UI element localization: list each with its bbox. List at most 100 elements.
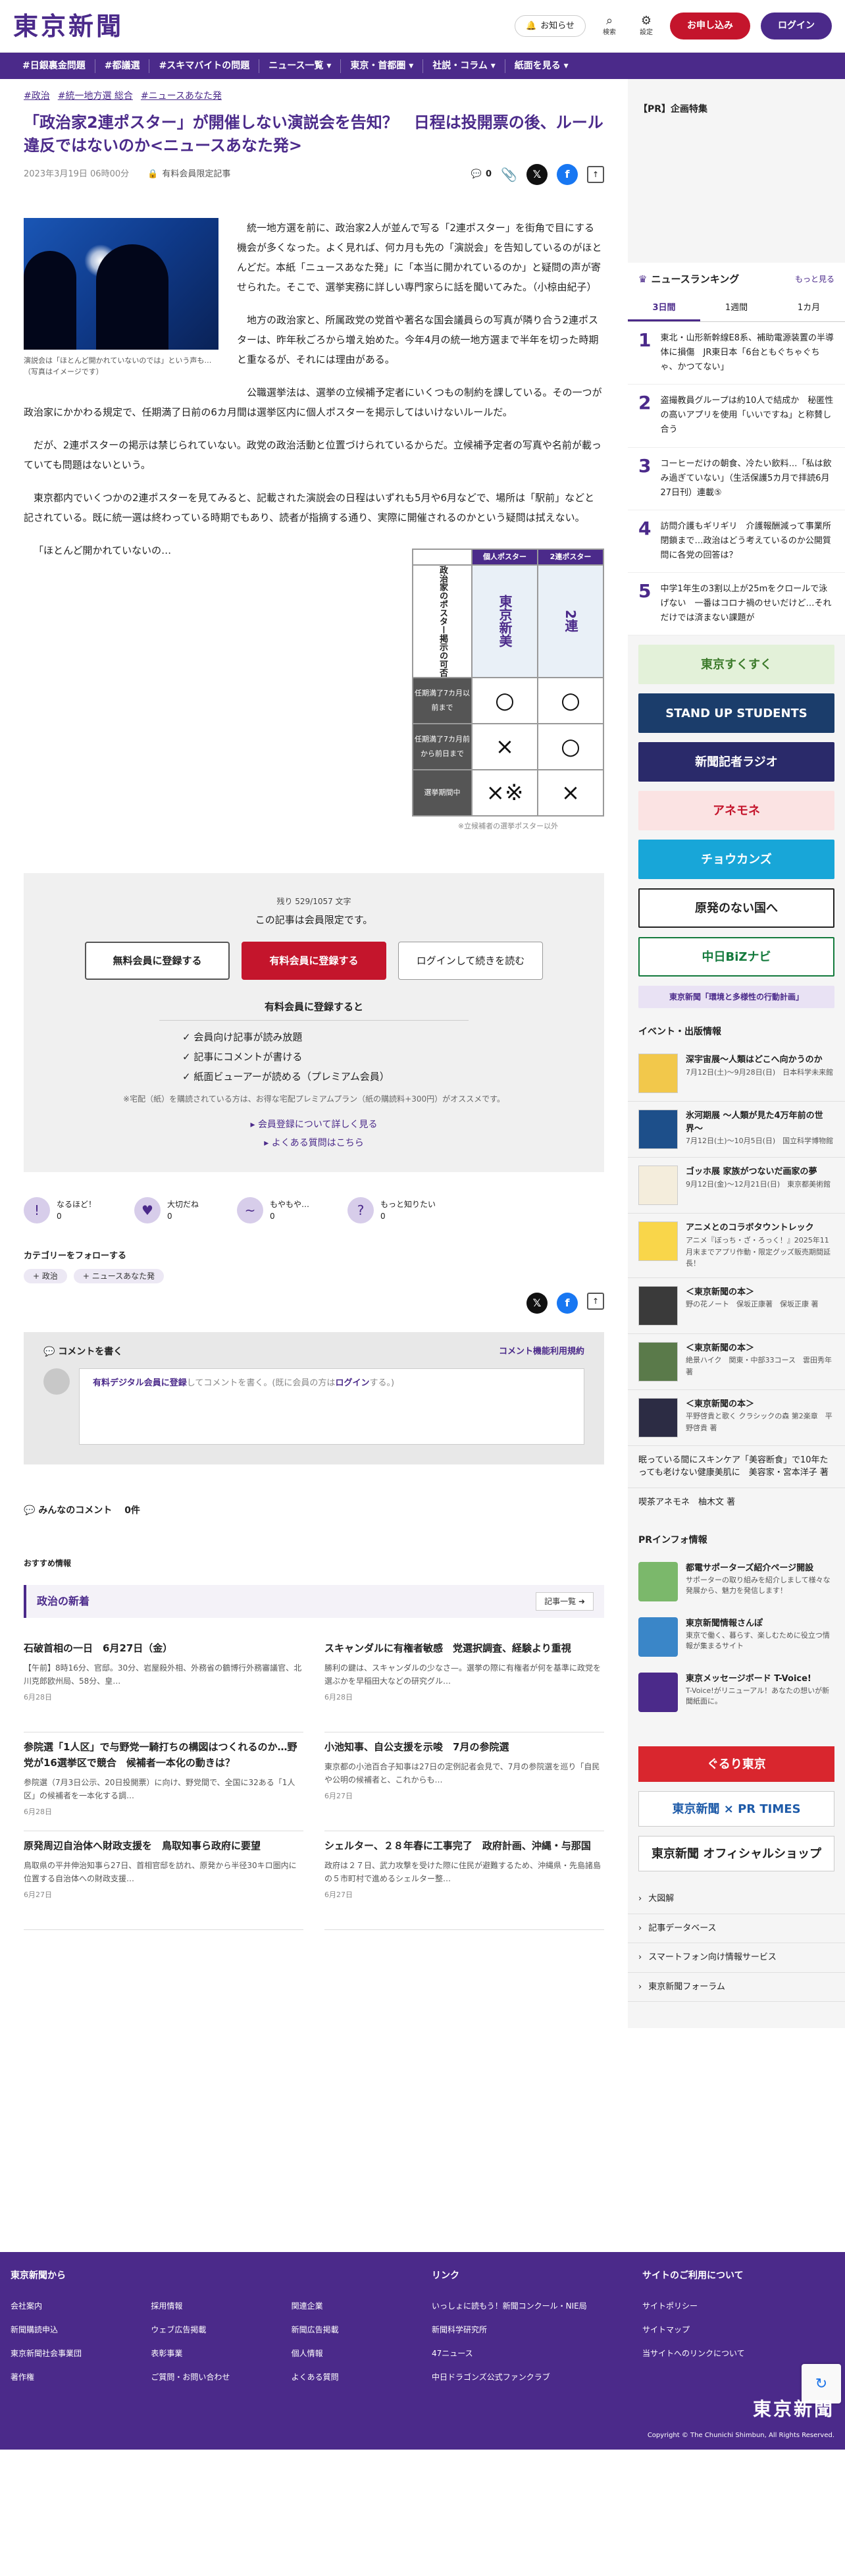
banner-sukusuku[interactable]: 東京すくすく bbox=[638, 645, 834, 685]
sidebar-link[interactable]: › スマートフォン向け情報サービス bbox=[628, 1943, 845, 1973]
footer-link[interactable]: 会社案内 bbox=[11, 2300, 151, 2312]
footer-link[interactable]: 新聞購読申込 bbox=[11, 2324, 151, 2336]
book-link[interactable]: 喫茶アネモネ 柚木文 著 bbox=[628, 1488, 845, 1517]
ranking-item[interactable]: 4 訪問介護もギリギリ 介護報酬減って事業所閉鎖まで…政治はどう考えているのか公開… bbox=[628, 510, 845, 574]
tab-1month[interactable]: 1カ月 bbox=[773, 296, 845, 322]
x-share-icon[interactable]: 𝕏 bbox=[526, 1293, 548, 1314]
nav-item[interactable]: 紙面を見る ▾ bbox=[505, 59, 578, 73]
share-icon[interactable]: ↑ bbox=[587, 1293, 604, 1310]
search-button[interactable]: ⌕ 検索 bbox=[596, 14, 623, 38]
nav-item[interactable]: ニュース一覧 ▾ bbox=[259, 59, 342, 73]
nav-item[interactable]: 社説・コラム ▾ bbox=[423, 59, 505, 73]
banner-genpatsu[interactable]: 原発のない国へ bbox=[638, 888, 834, 928]
notice-button[interactable]: 🔔 お知らせ bbox=[515, 14, 586, 38]
banner-bizNavi[interactable]: 中日BiZナビ bbox=[638, 937, 834, 977]
latest-more-button[interactable]: 記事一覧 ➜ bbox=[536, 1592, 594, 1611]
footer-link[interactable]: ウェブ広告掲載 bbox=[151, 2324, 291, 2336]
pr-info-item[interactable]: 東京メッセージボード T-Voice! T-Voice!がリニューアル！あなたの想… bbox=[628, 1665, 845, 1720]
footer-link[interactable]: 採用情報 bbox=[151, 2300, 291, 2312]
footer-link[interactable]: 中日ドラゴンズ公式ファンクラブ bbox=[432, 2371, 642, 2383]
ranking-item[interactable]: 2 盗撮教員グループは約10人で結成か 秘匿性の高いアプリを使用「いいですね」と称… bbox=[628, 385, 845, 448]
follow-tag-button[interactable]: + ニュースあなた発 bbox=[73, 1269, 165, 1284]
login-continue-button[interactable]: ログインして続きを読む bbox=[398, 942, 543, 980]
ranking-item[interactable]: 3 コーヒーだけの朝食、冷たい飲料…「私は飲み過ぎていない」（生活保護5カ月で拝読… bbox=[628, 448, 845, 510]
nav-item[interactable]: #都議選 bbox=[95, 59, 150, 73]
tag-link[interactable]: #ニュースあなた発 bbox=[141, 90, 222, 103]
news-item[interactable]: スキャンダルに有権者敏感 党選択調査、経験より重視 勝利の鍵は、スキャンダルの少な… bbox=[324, 1634, 604, 1733]
news-item[interactable]: 小池知事、自公支援を示唆 7月の参院選 東京都の小池百合子知事は27日の定例記者会… bbox=[324, 1732, 604, 1832]
footer-logo[interactable]: 東京新聞 bbox=[753, 2396, 834, 2423]
footer-link[interactable]: よくある質問 bbox=[292, 2371, 432, 2383]
news-item[interactable]: 石破首相の一日 6月27日（金） 【午前】8時16分、官邸。30分、岩屋殺外相、外… bbox=[24, 1634, 303, 1733]
event-item[interactable]: ＜東京新聞の本＞ 絶景ハイク 関東・中部33コース 雲田秀年 著 bbox=[628, 1334, 845, 1390]
comment-input[interactable]: 有料デジタル会員に登録してコメントを書く。(既に会員の方はログインする。) bbox=[79, 1368, 584, 1445]
banner-prtimes[interactable]: 東京新聞 × PR TIMES bbox=[638, 1791, 834, 1827]
footer-link[interactable]: 東京新聞社会事業団 bbox=[11, 2348, 151, 2359]
reaction-button[interactable]: ! なるほど！ 0 bbox=[24, 1196, 96, 1223]
pr-info-item[interactable]: 東京新聞情報さんぽ 東京で働く、暮らす、楽しむために役立つ情報が集まるサイト bbox=[628, 1609, 845, 1665]
tag-link[interactable]: #統一地方選 総合 bbox=[58, 90, 133, 103]
facebook-share-icon[interactable]: f bbox=[557, 163, 578, 185]
footer-link[interactable]: サイトポリシー bbox=[642, 2300, 827, 2312]
sidebar-link[interactable]: › 東京新聞フォーラム bbox=[628, 1973, 845, 2002]
ranking-item[interactable]: 1 東北・山形新幹線E8系、補助電源装置の半導体に損傷 JR東日本「6台ともぐちゃ… bbox=[628, 322, 845, 385]
apply-button[interactable]: お申し込み bbox=[670, 13, 750, 40]
ranking-item[interactable]: 5 中学1年生の3割以上が25mをクロールで泳げない 一番はコロナ禍のせいだけど…… bbox=[628, 573, 845, 636]
banner-shop[interactable]: 東京新聞 オフィシャルショップ bbox=[638, 1836, 834, 1872]
follow-tag-button[interactable]: + 政治 bbox=[24, 1269, 67, 1284]
x-share-icon[interactable]: 𝕏 bbox=[526, 163, 548, 185]
footer-link[interactable]: いっしょに読もう！新聞コンクール・NIE局 bbox=[432, 2300, 642, 2312]
reaction-button[interactable]: ♥ 大切だね 0 bbox=[134, 1196, 199, 1223]
comment-rules-link[interactable]: コメント機能利用規約 bbox=[499, 1345, 584, 1359]
footer-link[interactable]: 著作権 bbox=[11, 2371, 151, 2383]
banner-standup[interactable]: STAND UP STUDENTS bbox=[638, 693, 834, 734]
footer-link[interactable]: 表彰事業 bbox=[151, 2348, 291, 2359]
banner-choukanzu[interactable]: チョウカンズ bbox=[638, 840, 834, 880]
comment-count[interactable]: 💬 0 bbox=[471, 168, 492, 181]
nav-item[interactable]: #スキマバイトの問題 bbox=[149, 59, 260, 73]
paid-register-button[interactable]: 有料会員に登録する bbox=[242, 942, 386, 980]
sidebar-link[interactable]: › 大図解 bbox=[628, 1885, 845, 1914]
clip-icon[interactable]: 📎 bbox=[501, 165, 517, 184]
event-item[interactable]: ゴッホ展 家族がつないだ画家の夢 9月12日(金)〜12月21日(日) 東京都美術… bbox=[628, 1158, 845, 1214]
register-link[interactable]: 有料デジタル会員に登録 bbox=[93, 1378, 187, 1388]
sidebar-link[interactable]: › 記事データベース bbox=[628, 1914, 845, 1944]
reaction-button[interactable]: ? もっと知りたい 0 bbox=[347, 1196, 436, 1223]
footer-link[interactable]: 47ニュース bbox=[432, 2348, 642, 2359]
nav-item[interactable]: #日銀裏金問題 bbox=[13, 59, 95, 73]
reaction-button[interactable]: ~ もやもや… 0 bbox=[237, 1196, 309, 1223]
event-item[interactable]: アニメとのコラボタウントレック アニメ『ぼっち・ざ・ろっく！』2025年11月末ま… bbox=[628, 1214, 845, 1278]
news-item[interactable]: 原発周辺自治体へ財政支援を 鳥取知事ら政府に要望 鳥取県の平井伸治知事ら27日、首… bbox=[24, 1831, 303, 1931]
footer-link[interactable]: 個人情報 bbox=[292, 2348, 432, 2359]
banner-anemone[interactable]: アネモネ bbox=[638, 791, 834, 831]
settings-button[interactable]: ⚙ 設定 bbox=[633, 14, 659, 38]
nav-item[interactable]: 東京・首都圏 ▾ bbox=[341, 59, 424, 73]
comment-login-link[interactable]: ログイン bbox=[335, 1378, 369, 1388]
event-item[interactable]: 氷河期展 〜人類が見た4万年前の世界〜 7月12日(土)〜10月5日(日) 国立科… bbox=[628, 1102, 845, 1158]
footer-link[interactable]: 新聞科学研究所 bbox=[432, 2324, 642, 2336]
faq-link[interactable]: ▸ よくある質問はこちら bbox=[47, 1134, 580, 1152]
facebook-share-icon[interactable]: f bbox=[557, 1293, 578, 1314]
event-item[interactable]: ＜東京新聞の本＞ 野の花ノート 保坂正康著 保坂正康 著 bbox=[628, 1278, 845, 1334]
banner-diversity[interactable]: 東京新聞「環境と多様性の行動計画」 bbox=[638, 986, 834, 1009]
login-button[interactable]: ログイン bbox=[761, 13, 832, 40]
footer-link[interactable]: ご質問・お問い合わせ bbox=[151, 2371, 291, 2383]
member-info-link[interactable]: ▸ 会員登録について詳しく見る bbox=[47, 1115, 580, 1134]
footer-link[interactable]: 関連企業 bbox=[292, 2300, 432, 2312]
share-icon[interactable]: ↑ bbox=[587, 165, 604, 183]
tag-link[interactable]: #政治 bbox=[24, 90, 50, 103]
tab-3days[interactable]: 3日間 bbox=[628, 296, 700, 321]
banner-gururi[interactable]: ぐるり東京 bbox=[638, 1746, 834, 1783]
event-item[interactable]: 深宇宙展〜人類はどこへ向かうのか 7月12日(土)〜9月28日(日) 日本科学未来… bbox=[628, 1046, 845, 1102]
free-register-button[interactable]: 無料会員に登録する bbox=[85, 942, 230, 980]
news-item[interactable]: シェルター、２８年春に工事完了 政府計画、沖縄・与那国 政府は２７日、武力攻撃を受… bbox=[324, 1831, 604, 1931]
news-item[interactable]: 参院選「1人区」で与野党一騎打ちの構図はつくれるのか…野党が16選挙区で競合 候… bbox=[24, 1732, 303, 1832]
footer-link[interactable]: 当サイトへのリンクについて bbox=[642, 2348, 827, 2359]
tab-1week[interactable]: 1週間 bbox=[700, 296, 773, 322]
footer-link[interactable]: 新聞広告掲載 bbox=[292, 2324, 432, 2336]
event-item[interactable]: ＜東京新聞の本＞ 平野啓貴と歌く クラシックの森 第2楽章 平野啓貴 著 bbox=[628, 1390, 845, 1446]
ranking-more-link[interactable]: もっと見る bbox=[795, 273, 834, 285]
footer-link[interactable]: サイトマップ bbox=[642, 2324, 827, 2336]
pr-info-item[interactable]: 都電サポーターズ紹介ページ開設 サポーターの取り組みを紹介しまして様々な発展から、… bbox=[628, 1554, 845, 1609]
site-logo[interactable]: 東京新聞 bbox=[13, 7, 124, 45]
